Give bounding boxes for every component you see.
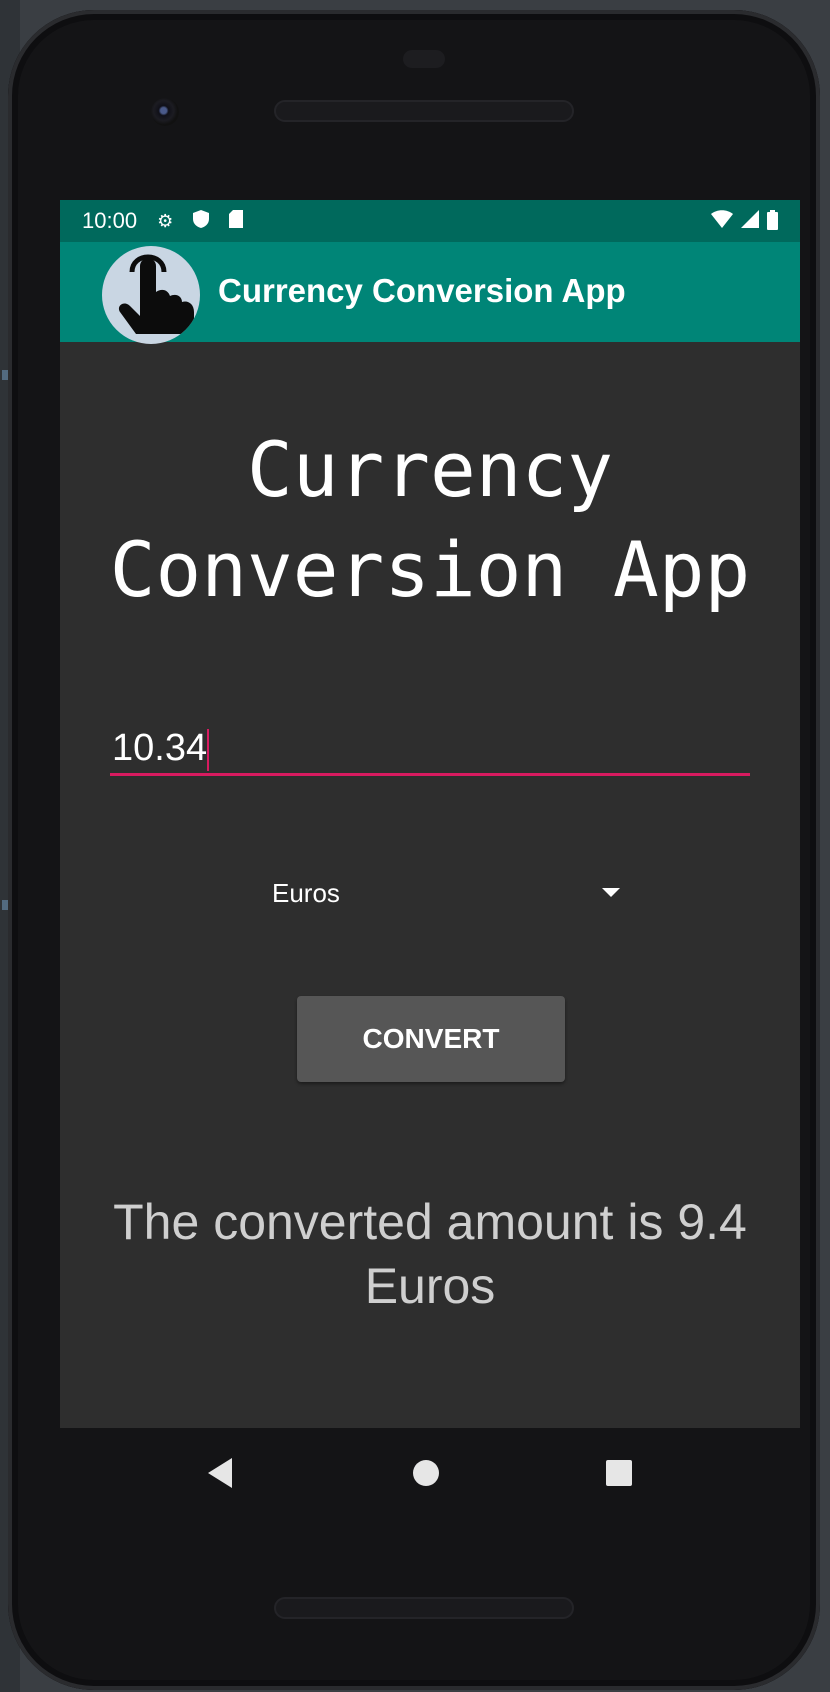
front-camera	[151, 98, 179, 126]
currency-spinner[interactable]: Euros	[260, 870, 620, 920]
pointing-hand-icon	[102, 246, 200, 344]
status-time: 10:00	[82, 208, 138, 233]
earpiece	[403, 50, 445, 68]
phone-frame: 10:00 ⚙ Currency Conversion App Currency…	[8, 10, 820, 1690]
device-screen: 10:00 ⚙ Currency Conversion App Currency…	[60, 200, 800, 1428]
top-speaker	[274, 100, 574, 122]
app-bar: Currency Conversion App	[60, 242, 800, 344]
convert-button[interactable]: CONVERT	[297, 996, 565, 1082]
amount-input[interactable]: 10.34	[110, 720, 750, 776]
bottom-speaker	[274, 1597, 574, 1619]
sd-card-icon	[229, 209, 244, 233]
page-heading: Currency Conversion App	[109, 425, 751, 614]
currency-selected: Euros	[272, 878, 340, 908]
signal-icon	[741, 210, 759, 236]
status-right	[711, 210, 778, 236]
shield-icon	[193, 209, 210, 233]
battery-icon	[767, 210, 778, 236]
text-cursor	[207, 728, 210, 771]
settings-icon: ⚙	[157, 210, 174, 231]
result-text: The converted amount is 9.4 Euros	[113, 1194, 747, 1314]
back-icon[interactable]	[208, 1458, 232, 1488]
wifi-icon	[711, 210, 733, 236]
app-bar-title: Currency Conversion App	[218, 272, 626, 309]
navigation-bar	[60, 1428, 800, 1518]
amount-value: 10.34	[112, 727, 208, 769]
dropdown-arrow-icon	[602, 888, 620, 897]
status-bar: 10:00 ⚙	[60, 200, 800, 242]
recents-icon[interactable]	[606, 1460, 632, 1486]
home-icon[interactable]	[413, 1460, 439, 1486]
